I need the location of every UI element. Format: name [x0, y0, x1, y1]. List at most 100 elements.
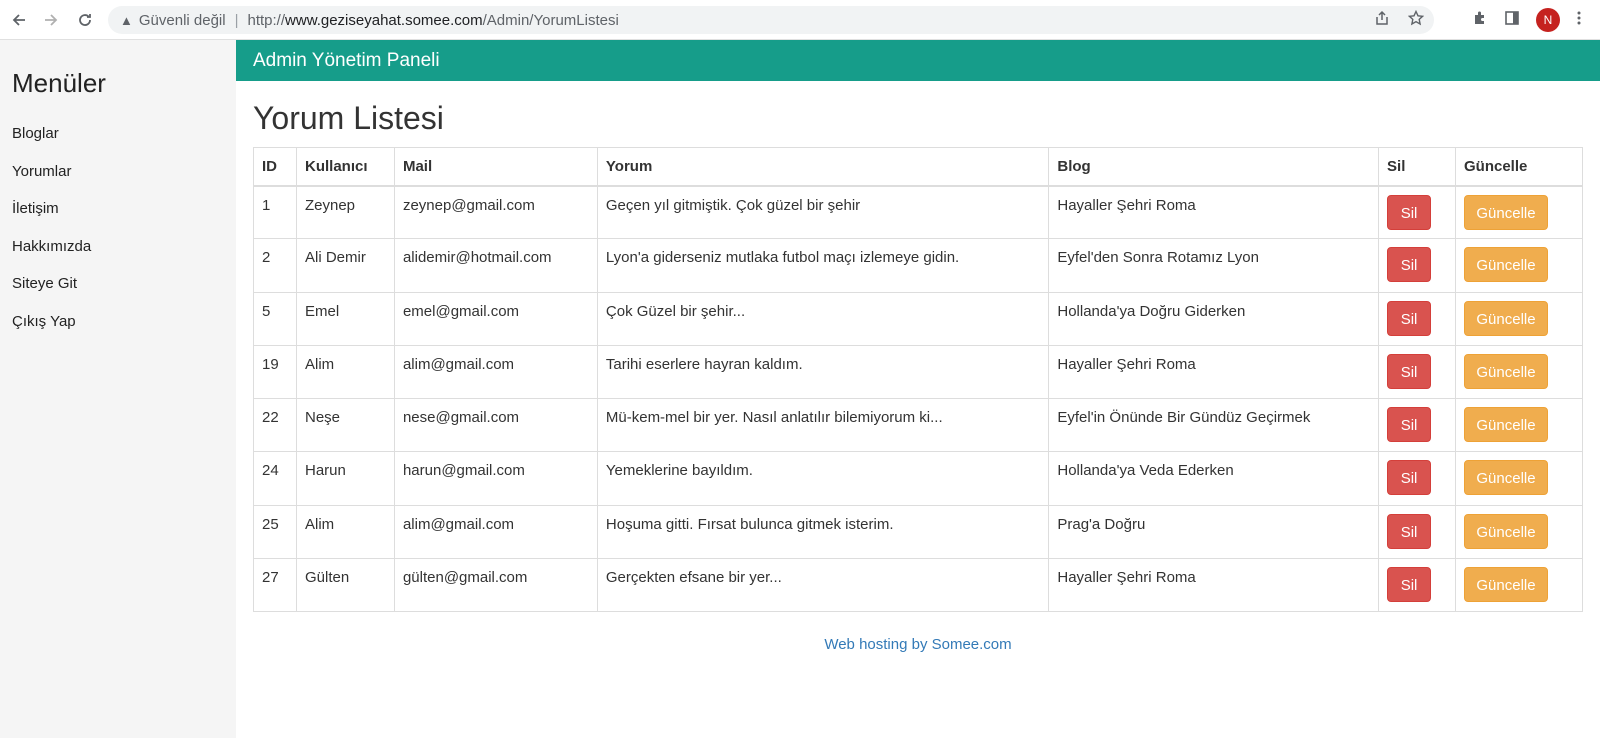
forward-icon[interactable]: [34, 3, 68, 37]
cell-id: 24: [253, 451, 297, 506]
sidebar-title: Menüler: [12, 68, 106, 98]
url-host: www.geziseyahat.somee.com: [285, 11, 483, 29]
column-header-id: ID: [253, 147, 297, 187]
delete-button[interactable]: Sil: [1387, 353, 1432, 389]
cell-delete: Sil: [1378, 398, 1456, 453]
sidebar-item-siteye-git[interactable]: Siteye Git: [0, 275, 236, 313]
sidebar-menu: Bloglar Yorumlar İletişim Hakkımızda Sit…: [0, 125, 236, 350]
update-button[interactable]: Güncelle: [1464, 513, 1548, 549]
star-icon[interactable]: [1407, 9, 1425, 30]
cell-user: Alim: [295, 344, 395, 400]
cell-mail: gülten@gmail.com: [393, 558, 598, 613]
cell-delete: Sil: [1378, 344, 1456, 400]
hosting-link[interactable]: Web hosting by Somee.com: [824, 636, 1011, 653]
cell-blog: Prag'a Doğru: [1048, 504, 1380, 560]
cell-comment: Mü-kem-mel bir yer. Nasıl anlatılır bile…: [596, 398, 1050, 453]
cell-user: Harun: [295, 451, 395, 506]
column-header-delete: Sil: [1378, 147, 1456, 187]
delete-button[interactable]: Sil: [1387, 300, 1432, 336]
avatar[interactable]: N: [1536, 8, 1560, 32]
cell-delete: Sil: [1378, 184, 1456, 240]
table-row: 22 Neşe nese@gmail.com Mü-kem-mel bir yer. …: [253, 398, 1583, 453]
cell-comment: Gerçekten efsane bir yer...: [596, 558, 1050, 613]
table-header-row: ID Kullanıcı Mail Yorum Blog Sil Güncell…: [253, 147, 1583, 187]
update-button[interactable]: Güncelle: [1464, 194, 1548, 230]
cell-mail: alim@gmail.com: [393, 504, 598, 560]
reload-icon[interactable]: [68, 3, 102, 37]
delete-button[interactable]: Sil: [1387, 194, 1432, 230]
cell-user: Ali Demir: [295, 238, 395, 293]
address-bar[interactable]: ▲ Güvenli değil | http://www.geziseyahat…: [108, 6, 1434, 34]
cell-user: Zeynep: [295, 184, 395, 240]
not-secure-label: Güvenli değil: [138, 11, 226, 29]
cell-comment: Lyon'a giderseniz mutlaka futbol maçı iz…: [596, 238, 1050, 293]
cell-update: Güncelle: [1455, 504, 1583, 560]
sidebar-item-iletisim[interactable]: İletişim: [0, 200, 236, 238]
back-icon[interactable]: [2, 3, 36, 37]
update-button[interactable]: Güncelle: [1464, 407, 1548, 443]
delete-button[interactable]: Sil: [1387, 407, 1432, 443]
cell-comment: Hoşuma gitti. Fırsat bulunca gitmek iste…: [596, 504, 1050, 560]
cell-mail: alidemir@hotmail.com: [393, 238, 598, 293]
column-header-blog: Blog: [1048, 147, 1380, 187]
delete-button[interactable]: Sil: [1387, 460, 1432, 496]
sidebar-item-cikis-yap[interactable]: Çıkış Yap: [0, 313, 236, 351]
cell-update: Güncelle: [1455, 344, 1583, 400]
cell-id: 1: [253, 184, 297, 240]
cell-mail: emel@gmail.com: [393, 291, 598, 346]
cell-mail: harun@gmail.com: [393, 451, 598, 506]
table-body: 1 Zeynep zeynep@gmail.com Geçen yıl gitmişt…: [253, 184, 1583, 613]
sidebar-item-hakkimizda[interactable]: Hakkımızda: [0, 238, 236, 276]
update-button[interactable]: Güncelle: [1464, 353, 1548, 389]
delete-button[interactable]: Sil: [1387, 247, 1432, 283]
page-title: Yorum Listesi: [253, 100, 444, 136]
cell-delete: Sil: [1378, 291, 1456, 346]
menu-icon[interactable]: [1576, 10, 1582, 30]
cell-blog: Hayaller Şehri Roma: [1048, 558, 1380, 613]
cell-blog: Hayaller Şehri Roma: [1048, 184, 1380, 240]
sidebar-item-yorumlar[interactable]: Yorumlar: [0, 163, 236, 201]
update-button[interactable]: Güncelle: [1464, 567, 1548, 603]
cell-update: Güncelle: [1455, 291, 1583, 346]
cell-blog: Hollanda'ya Veda Ederken: [1048, 451, 1380, 506]
table-row: 27 Gülten gülten@gmail.com Gerçekten efsane…: [253, 558, 1583, 613]
url-path: /Admin/YorumListesi: [482, 11, 619, 29]
share-icon[interactable]: [1374, 10, 1390, 30]
update-button[interactable]: Güncelle: [1464, 460, 1548, 496]
cell-update: Güncelle: [1455, 558, 1583, 613]
column-header-mail: Mail: [393, 147, 598, 187]
cell-mail: zeynep@gmail.com: [393, 184, 598, 240]
cell-user: Gülten: [295, 558, 395, 613]
cell-blog: Eyfel'den Sonra Rotamız Lyon: [1048, 238, 1380, 293]
cell-comment: Yemeklerine bayıldım.: [596, 451, 1050, 506]
cell-blog: Eyfel'in Önünde Bir Gündüz Geçirmek: [1048, 398, 1380, 453]
puzzle-icon[interactable]: [1472, 10, 1488, 30]
cell-id: 22: [253, 398, 297, 453]
browser-toolbar: ▲ Güvenli değil | http://www.geziseyahat…: [0, 0, 1600, 40]
update-button[interactable]: Güncelle: [1464, 300, 1548, 336]
cell-user: Neşe: [295, 398, 395, 453]
cell-comment: Geçen yıl gitmiştik. Çok güzel bir şehir: [596, 184, 1050, 240]
sidepanel-icon[interactable]: [1504, 10, 1520, 30]
delete-button[interactable]: Sil: [1387, 567, 1432, 603]
url-protocol: http://: [247, 11, 286, 29]
cell-delete: Sil: [1378, 504, 1456, 560]
sidebar-item-bloglar[interactable]: Bloglar: [0, 125, 236, 163]
footer: Web hosting by Somee.com: [236, 636, 1600, 654]
cell-id: 25: [253, 504, 297, 560]
column-header-comment: Yorum: [596, 147, 1050, 187]
cell-id: 19: [253, 344, 297, 400]
cell-id: 2: [253, 238, 297, 293]
update-button[interactable]: Güncelle: [1464, 247, 1548, 283]
table-row: 24 Harun harun@gmail.com Yemeklerine bayıld…: [253, 451, 1583, 506]
cell-blog: Hollanda'ya Doğru Giderken: [1048, 291, 1380, 346]
sidebar: Menüler Bloglar Yorumlar İletişim Hakkım…: [0, 40, 236, 738]
cell-blog: Hayaller Şehri Roma: [1048, 344, 1380, 400]
cell-update: Güncelle: [1455, 238, 1583, 293]
column-header-update: Güncelle: [1455, 147, 1583, 187]
cell-update: Güncelle: [1455, 184, 1583, 240]
cell-delete: Sil: [1378, 238, 1456, 293]
delete-button[interactable]: Sil: [1387, 513, 1432, 549]
cell-update: Güncelle: [1455, 398, 1583, 453]
warning-icon: ▲: [120, 12, 133, 28]
